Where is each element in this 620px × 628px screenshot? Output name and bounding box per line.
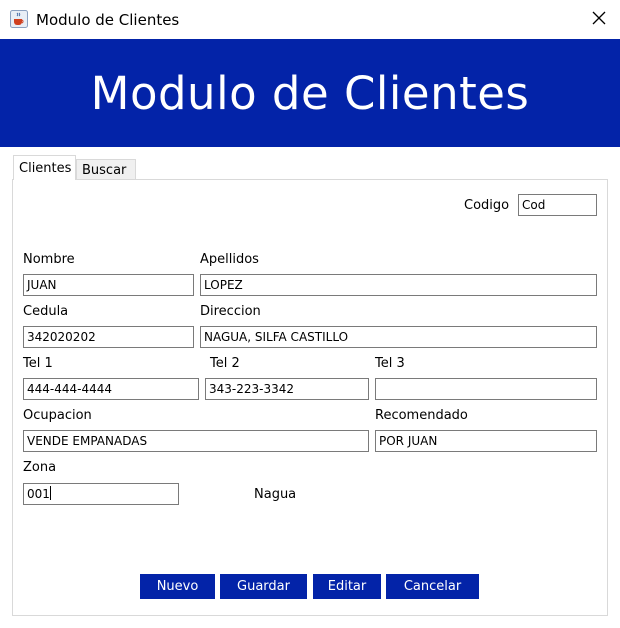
zona-description: Nagua <box>254 487 297 502</box>
codigo-label: Codigo <box>464 198 510 213</box>
apellidos-label: Apellidos <box>200 252 259 267</box>
nombre-field[interactable]: JUAN <box>23 274 194 296</box>
direccion-label: Direccion <box>200 304 261 319</box>
tab-buscar[interactable]: Buscar <box>76 159 136 180</box>
tel3-label: Tel 3 <box>375 356 405 371</box>
cancelar-button[interactable]: Cancelar <box>386 574 479 599</box>
guardar-button[interactable]: Guardar <box>220 574 307 599</box>
zona-value: 001 <box>27 487 50 501</box>
title-bar: Modulo de Clientes <box>0 0 620 39</box>
tel1-field[interactable]: 444-444-4444 <box>23 378 199 400</box>
apellidos-field[interactable]: LOPEZ <box>200 274 597 296</box>
zona-field[interactable]: 001 <box>23 483 179 505</box>
editar-button[interactable]: Editar <box>313 574 381 599</box>
ocupacion-field[interactable]: VENDE EMPANADAS <box>23 430 369 452</box>
cedula-label: Cedula <box>23 304 69 319</box>
recomendado-label: Recomendado <box>375 408 468 423</box>
tel2-field[interactable]: 343-223-3342 <box>205 378 369 400</box>
header-banner: Modulo de Clientes <box>0 39 620 147</box>
tel1-label: Tel 1 <box>23 356 53 371</box>
text-cursor <box>49 486 51 500</box>
tab-clientes[interactable]: Clientes <box>13 155 76 180</box>
banner-title: Modulo de Clientes <box>90 66 530 120</box>
close-icon <box>592 10 606 29</box>
cedula-field[interactable]: 342020202 <box>23 326 194 348</box>
window-title: Modulo de Clientes <box>36 11 180 29</box>
nuevo-button[interactable]: Nuevo <box>140 574 215 599</box>
tel2-label: Tel 2 <box>210 356 240 371</box>
ocupacion-label: Ocupacion <box>23 408 92 423</box>
app-window: Modulo de Clientes Modulo de Clientes Cl… <box>0 0 620 628</box>
zona-label: Zona <box>23 460 57 475</box>
codigo-field[interactable]: Cod <box>518 194 597 216</box>
nombre-label: Nombre <box>23 252 75 267</box>
tel3-field[interactable] <box>375 378 597 400</box>
close-button[interactable] <box>578 0 620 39</box>
direccion-field[interactable]: NAGUA, SILFA CASTILLO <box>200 326 597 348</box>
recomendado-field[interactable]: POR JUAN <box>375 430 597 452</box>
java-cup-icon <box>10 10 28 28</box>
